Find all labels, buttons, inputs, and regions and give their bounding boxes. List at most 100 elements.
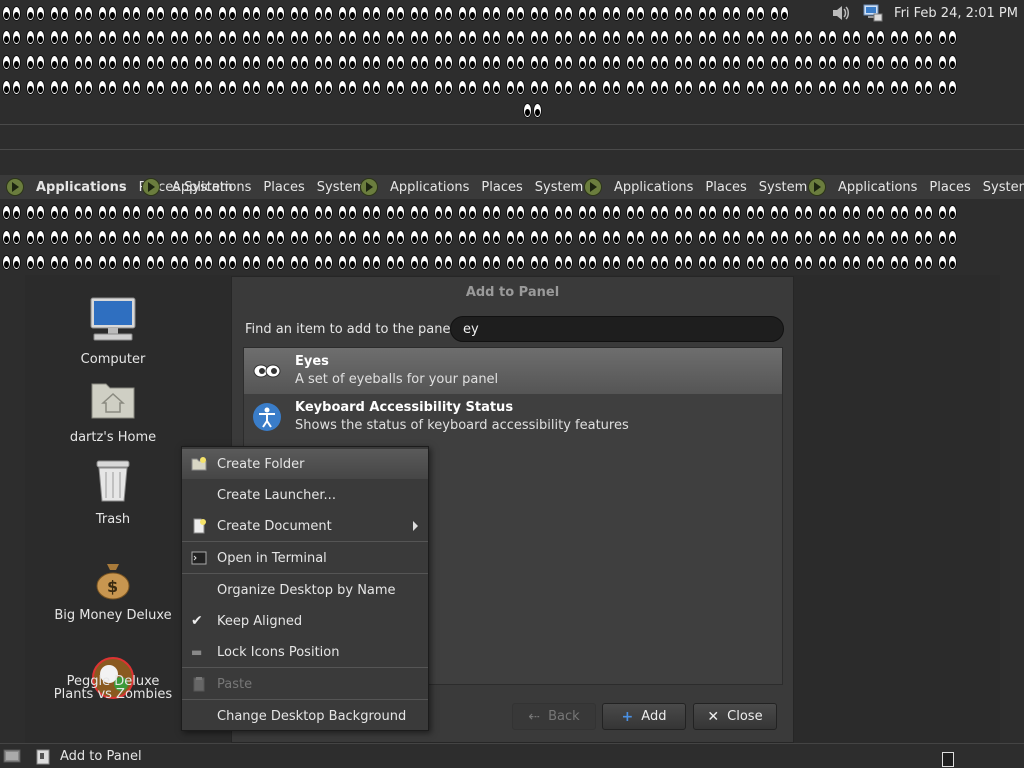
eyes-applet [170, 204, 190, 220]
eyes-applet [338, 254, 358, 270]
places-menu[interactable]: Places [263, 180, 304, 195]
eyes-applet [602, 29, 622, 45]
eyes-applet [410, 29, 430, 45]
eyes-applet [146, 229, 166, 245]
menu-item-open-terminal[interactable]: Open in Terminal [182, 543, 428, 573]
eyes-applet [434, 79, 454, 95]
eyes-applet [914, 29, 934, 45]
back-button[interactable]: ⇠ Back [512, 703, 596, 730]
eyes-applet [482, 204, 502, 220]
eyes-applet [242, 5, 262, 21]
eyes-applet [866, 29, 886, 45]
applications-menu[interactable]: Applications [36, 180, 127, 195]
clock[interactable]: Fri Feb 24, 2:01 PM [894, 6, 1018, 21]
eyes-applet [362, 5, 382, 21]
eyes-applet [770, 229, 790, 245]
list-item[interactable]: Keyboard Accessibility Status Shows the … [244, 394, 782, 440]
applications-menu[interactable]: Applications [614, 180, 693, 195]
menu-item-label: Lock Icons Position [217, 644, 340, 660]
eyes-applet [602, 204, 622, 220]
eyes-applet [506, 29, 526, 45]
eyes-applet [26, 5, 46, 21]
applications-menu[interactable]: Applications [838, 180, 917, 195]
eyes-applet [314, 79, 334, 95]
eyes-applet [938, 54, 958, 70]
eyes-applet [242, 254, 262, 270]
eyes-applet [578, 79, 598, 95]
places-menu[interactable]: Places [929, 180, 970, 195]
eyes-applet [938, 204, 958, 220]
desktop-icon-trash[interactable]: Trash [48, 458, 178, 527]
workspace-switcher[interactable] [942, 752, 954, 767]
add-button[interactable]: + Add [602, 703, 686, 730]
eyes-applet [674, 204, 694, 220]
eyes-applet [50, 54, 70, 70]
eyes-applet [842, 254, 862, 270]
eyes-applet [722, 229, 742, 245]
eyes-applet [314, 254, 334, 270]
show-desktop-icon[interactable] [3, 748, 21, 764]
eyes-applet [2, 254, 22, 270]
network-icon[interactable] [862, 3, 884, 23]
desktop-icon-computer[interactable]: Computer [48, 296, 178, 367]
eyes-applet [194, 54, 214, 70]
taskbar-button-add-to-panel[interactable]: Add to Panel [36, 746, 142, 767]
close-button[interactable]: ✕ Close [693, 703, 777, 730]
eyes-applet [386, 79, 406, 95]
menu-item-change-background[interactable]: Change Desktop Background [182, 701, 428, 731]
desktop-icon-games[interactable]: Peggle Deluxe Plants vs Zombies [48, 656, 178, 702]
eyes-applet [890, 54, 910, 70]
desktop-icon-big-money[interactable]: $ Big Money Deluxe [48, 560, 178, 623]
search-input[interactable] [450, 316, 784, 342]
eyes-applet [98, 254, 118, 270]
menu-item-create-folder[interactable]: Create Folder [182, 449, 428, 479]
dialog-title: Add to Panel [465, 285, 560, 300]
menu-item-keep-aligned[interactable]: ✔ Keep Aligned [182, 606, 428, 636]
eyes-applet [410, 204, 430, 220]
eyes-applet [722, 254, 742, 270]
eyes-applet [74, 5, 94, 21]
volume-icon[interactable] [830, 3, 852, 23]
eyes-applet [26, 29, 46, 45]
system-menu[interactable]: System [535, 180, 583, 195]
eyes-applet [290, 229, 310, 245]
menu-item-organize-by-name[interactable]: Organize Desktop by Name [182, 575, 428, 605]
eyes-applet [674, 29, 694, 45]
eyes-row-5 [0, 199, 1024, 225]
back-label: Back [548, 709, 580, 724]
eyes-applet [74, 79, 94, 95]
applications-menu[interactable]: Applications [390, 180, 469, 195]
eyes-applet [698, 204, 718, 220]
eyes-applet [266, 5, 286, 21]
eyes-applet [410, 229, 430, 245]
eyes-applet [458, 54, 478, 70]
eyes-applet [842, 204, 862, 220]
menu-item-lock-icons[interactable]: ▬ Lock Icons Position [182, 637, 428, 667]
menu-item-create-launcher[interactable]: Create Launcher... [182, 480, 428, 510]
eyes-applet [674, 54, 694, 70]
eyes-applet [362, 54, 382, 70]
eyes-applet [554, 254, 574, 270]
close-icon: ✕ [707, 708, 720, 725]
menu-item-create-document[interactable]: Create Document [182, 511, 428, 541]
eyes-applet [506, 54, 526, 70]
eyes-applet [770, 254, 790, 270]
list-item[interactable]: Eyes A set of eyeballs for your panel [244, 348, 782, 394]
eyes-applet [290, 254, 310, 270]
system-menu[interactable]: System [983, 180, 1024, 195]
eyes-applet [338, 79, 358, 95]
applications-menu[interactable]: Applications [172, 180, 251, 195]
eyes-applet [698, 79, 718, 95]
eyes-applet [770, 5, 790, 21]
bottom-panel: Add to Panel [0, 743, 1024, 768]
eyes-applet [746, 29, 766, 45]
eyes-applet [722, 204, 742, 220]
desktop-icon-home[interactable]: dartz's Home [48, 378, 178, 445]
places-menu[interactable]: Places [481, 180, 522, 195]
home-folder-icon [91, 383, 135, 419]
places-menu[interactable]: Places [705, 180, 746, 195]
eyes-applet [2, 229, 22, 245]
system-menu[interactable]: System [759, 180, 807, 195]
eyes-applet [74, 254, 94, 270]
eyes-applet [26, 229, 46, 245]
